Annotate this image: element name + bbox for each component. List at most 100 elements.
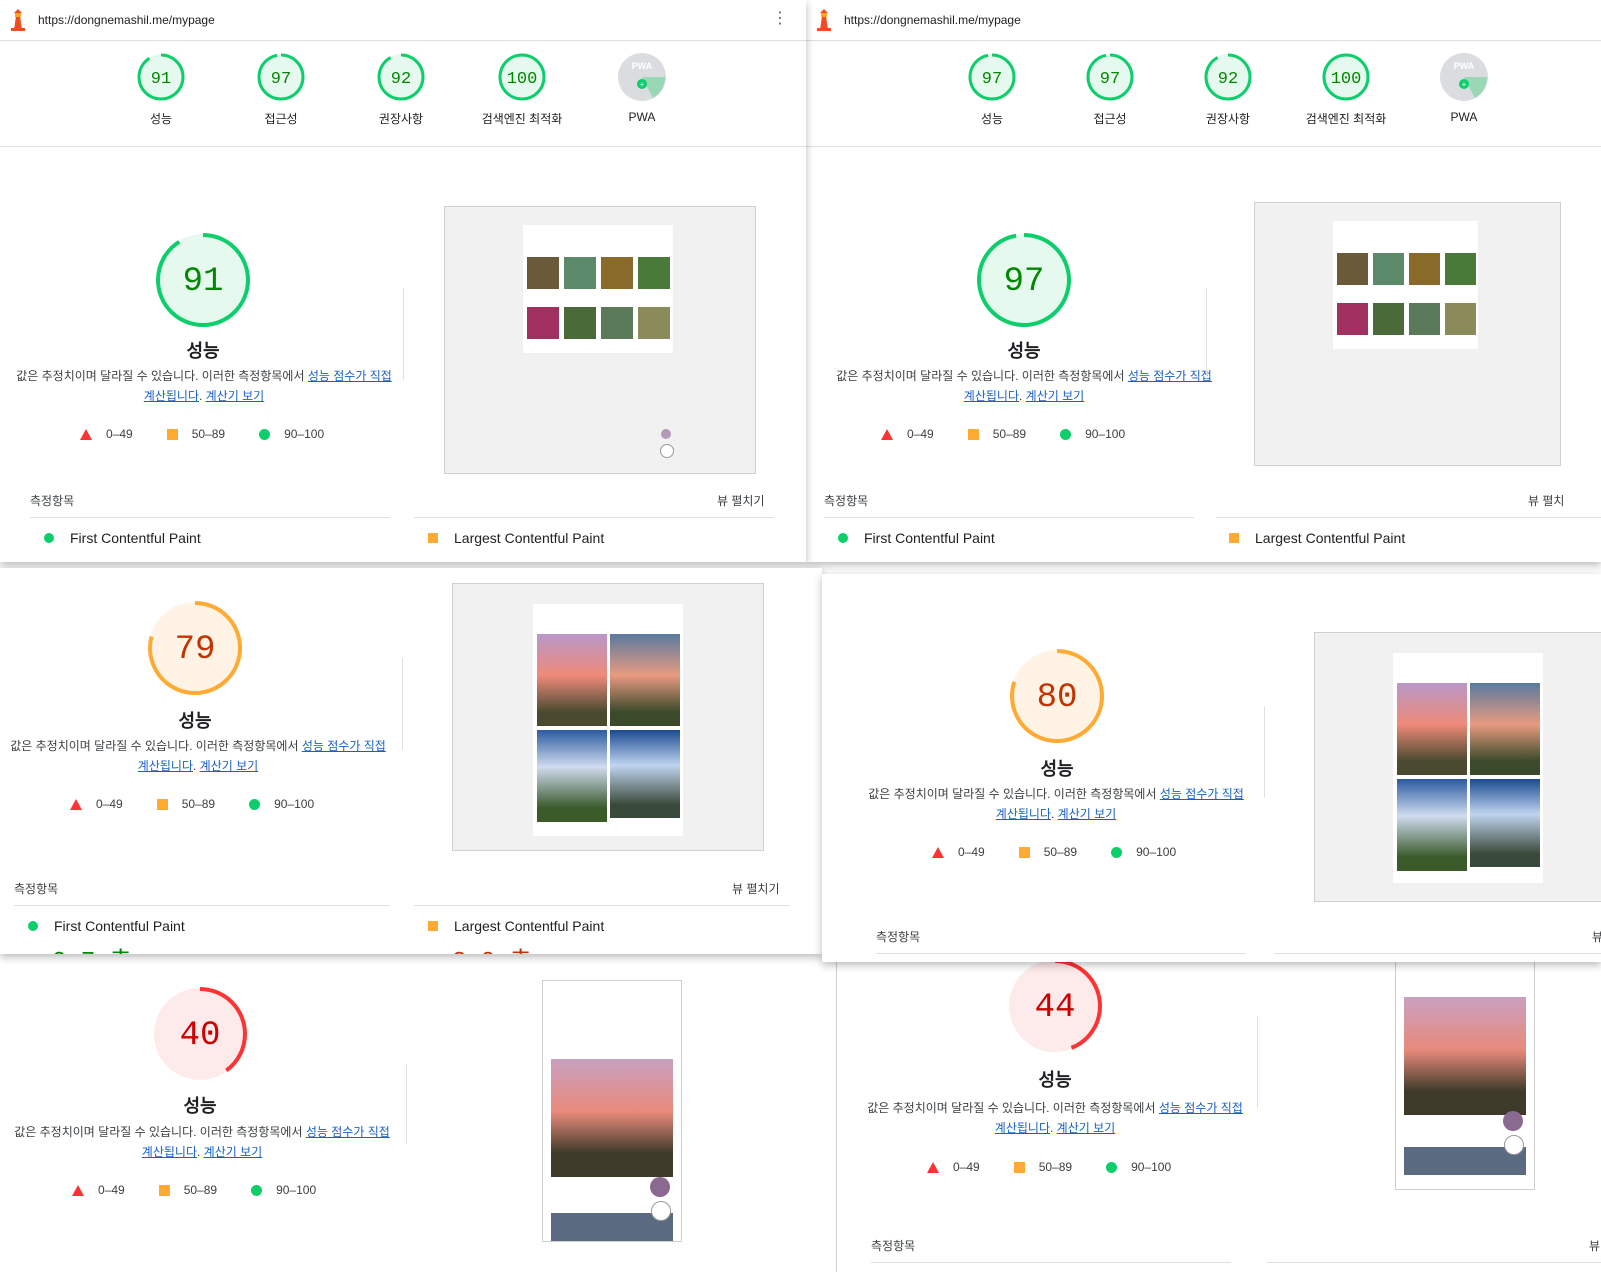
- performance-title: 성능: [1007, 341, 1041, 361]
- score-legend: 0–49 50–89 90–100: [70, 797, 348, 811]
- gauge-label: 성능: [980, 112, 1004, 126]
- gauge-label: 검색엔진 최적화: [1305, 112, 1387, 126]
- expand-view-toggle[interactable]: 뷰: [1589, 1237, 1600, 1254]
- performance-gauge: 91: [156, 233, 250, 327]
- gauge-best-practices[interactable]: 92 권장사항: [341, 52, 461, 127]
- score-legend: 0–49 50–89 90–100: [932, 845, 1210, 859]
- performance-title: 성능: [186, 341, 220, 361]
- performance-description: 값은 추정치이며 달라질 수 있습니다. 이러한 측정항목에서 성능 점수가 직…: [868, 787, 1244, 821]
- metric-lcp: Largest Contentful Paint: [1229, 530, 1405, 546]
- fail-triangle-icon: [70, 798, 82, 810]
- performance-description: 값은 추정치이며 달라질 수 있습니다. 이러한 측정항목에서 성능 점수가 직…: [10, 739, 386, 773]
- lighthouse-icon: [817, 9, 831, 31]
- final-screenshot: [444, 206, 756, 474]
- url-text[interactable]: https://dongnemashil.me/mypage: [844, 13, 1021, 27]
- performance-description: 값은 추정치이며 달라질 수 있습니다. 이러한 측정항목에서 성능 점수가 직…: [836, 369, 1212, 403]
- gauge-best-practices[interactable]: 92 권장사항: [1168, 52, 1288, 127]
- pass-circle-icon: [28, 921, 38, 931]
- score-legend: 0–49 50–89 90–100: [927, 1160, 1205, 1174]
- performance-description: 값은 추정치이며 달라질 수 있습니다. 이러한 측정항목에서 성능 점수가 직…: [14, 1125, 390, 1159]
- gauge-performance[interactable]: 91 성능: [101, 52, 221, 127]
- expand-view-toggle[interactable]: 뷰 펼치기: [732, 880, 780, 897]
- performance-description: 값은 추정치이며 달라질 수 있습니다. 이러한 측정항목에서 성능 점수가 직…: [867, 1101, 1243, 1135]
- gauge-seo[interactable]: 100 검색엔진 최적화: [462, 52, 582, 127]
- score-legend: 0–49 50–89 90–100: [80, 427, 358, 441]
- metrics-label: 측정항목: [876, 930, 921, 944]
- gauge-score: 100: [1331, 70, 1362, 89]
- lighthouse-icon: [11, 9, 25, 31]
- gauge-pwa[interactable]: PWA + PWA: [1404, 52, 1524, 124]
- gauge-label: 검색엔진 최적화: [481, 112, 563, 126]
- performance-gauge: 40: [153, 987, 247, 1081]
- pass-circle-icon: [249, 798, 261, 810]
- performance-gauge: 80: [1010, 649, 1104, 743]
- metric-fcp: First Contentful Paint: [28, 918, 185, 934]
- metrics-label: 측정항목: [30, 494, 75, 508]
- lcp-value: 2.0 초: [452, 940, 532, 954]
- fail-triangle-icon: [932, 846, 944, 858]
- performance-score: 97: [1004, 263, 1045, 301]
- performance-gauge: 79: [148, 601, 242, 695]
- pass-circle-icon: [259, 428, 271, 440]
- gauge-accessibility[interactable]: 97 접근성: [1050, 52, 1170, 127]
- expand-view-toggle[interactable]: 뷰: [1592, 928, 1601, 945]
- performance-score: 40: [180, 1017, 221, 1055]
- expand-view-toggle[interactable]: 뷰 펼치기: [717, 492, 765, 509]
- pass-circle-icon: [1060, 428, 1072, 440]
- performance-title: 성능: [183, 1096, 217, 1116]
- gauge-seo[interactable]: 100 검색엔진 최적화: [1286, 52, 1406, 127]
- fail-triangle-icon: [72, 1184, 84, 1196]
- performance-score: 79: [175, 631, 216, 669]
- gauge-pwa[interactable]: PWA + PWA: [582, 52, 702, 124]
- average-square-icon: [1018, 846, 1030, 858]
- calculator-link[interactable]: 계산기 보기: [200, 759, 259, 773]
- average-square-icon: [428, 921, 438, 931]
- more-menu-icon[interactable]: ⋮: [772, 11, 788, 27]
- url-text[interactable]: https://dongnemashil.me/mypage: [38, 13, 215, 27]
- gauge-score: 97: [1100, 70, 1120, 89]
- calculator-link[interactable]: 계산기 보기: [1057, 1121, 1116, 1135]
- calculator-link[interactable]: 계산기 보기: [206, 389, 265, 403]
- metric-lcp: Largest Contentful Paint: [428, 530, 604, 546]
- fail-triangle-icon: [927, 1161, 939, 1173]
- gauge-score: 91: [151, 70, 171, 89]
- performance-title: 성능: [178, 711, 212, 731]
- average-square-icon: [166, 428, 178, 440]
- pass-circle-icon: [1111, 846, 1123, 858]
- pwa-badge-text: PWA: [632, 61, 653, 71]
- fail-triangle-icon: [881, 428, 893, 440]
- metrics-label: 측정항목: [824, 494, 869, 508]
- url-bar: https://dongnemashil.me/mypage ⋮: [0, 0, 806, 41]
- gauge-label: 접근성: [264, 112, 298, 126]
- metric-fcp: First Contentful Paint: [44, 530, 201, 546]
- expand-view-toggle[interactable]: 뷰 펼치: [1528, 492, 1564, 509]
- average-square-icon: [1229, 533, 1239, 543]
- metric-fcp: First Contentful Paint: [838, 530, 995, 546]
- average-square-icon: [156, 798, 168, 810]
- performance-title: 성능: [1038, 1070, 1072, 1090]
- score-legend: 0–49 50–89 90–100: [881, 427, 1159, 441]
- pass-circle-icon: [44, 533, 54, 543]
- gauge-score: 97: [271, 70, 291, 89]
- report-panel-top-right: https://dongnemashil.me/mypage 97 성능 97 …: [806, 0, 1601, 562]
- gauge-label: 권장사항: [378, 112, 424, 126]
- final-screenshot: [1395, 952, 1535, 1190]
- report-panel-middle-right: 80 성능 값은 추정치이며 달라질 수 있습니다. 이러한 측정항목에서 성능…: [822, 574, 1601, 962]
- gauge-score: 92: [1218, 70, 1238, 89]
- pass-circle-icon: [1106, 1161, 1118, 1173]
- metric-lcp: Largest Contentful Paint: [428, 918, 604, 934]
- final-screenshot: [1254, 202, 1561, 466]
- calculator-link[interactable]: 계산기 보기: [1026, 389, 1085, 403]
- calculator-link[interactable]: 계산기 보기: [204, 1145, 263, 1159]
- gauge-performance[interactable]: 97 성능: [932, 52, 1052, 127]
- gauge-score: 100: [507, 70, 538, 89]
- fcp-value: 0.7 초: [52, 940, 132, 954]
- performance-score: 91: [183, 263, 224, 301]
- gauge-accessibility[interactable]: 97 접근성: [221, 52, 341, 127]
- report-panel-bottom-left: 40 성능 값은 추정치이며 달라질 수 있습니다. 이러한 측정항목에서 성능…: [0, 952, 836, 1272]
- pwa-icon: PWA +: [618, 53, 666, 101]
- gauge-score: 97: [982, 70, 1002, 89]
- gauge-label: 권장사항: [1205, 112, 1251, 126]
- gauge-label: PWA: [628, 110, 656, 124]
- calculator-link[interactable]: 계산기 보기: [1058, 807, 1117, 821]
